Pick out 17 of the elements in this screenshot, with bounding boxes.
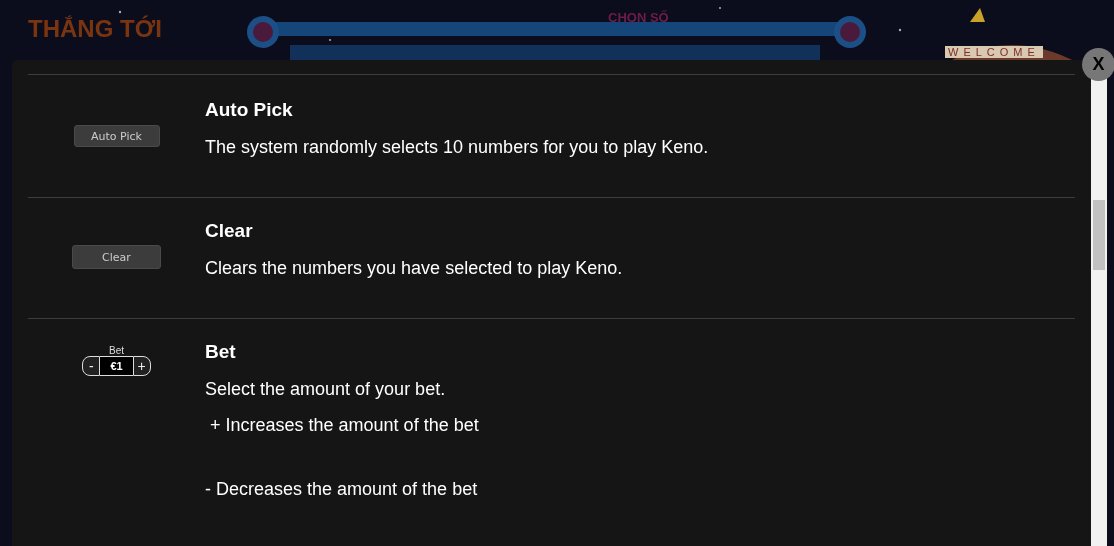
description-text: Select the amount of your bet. (205, 379, 447, 400)
demo-button[interactable]: Clear (72, 245, 161, 269)
bet-label: Bet (109, 345, 124, 356)
item-title: Auto Pick (205, 99, 294, 121)
game-title: THẮNG TỚI (28, 15, 162, 43)
description-text: The system randomly selects 10 numbers for you to play Keno. (205, 137, 709, 158)
description-text: - Decreases the amount of the bet (205, 479, 479, 500)
item-title: Clear (205, 220, 254, 242)
item-title: Bet (205, 341, 237, 363)
scrollbar-thumb[interactable] (1093, 200, 1105, 270)
bet-value: €1 (100, 356, 133, 376)
minus-button[interactable]: - (82, 356, 101, 376)
demo-button[interactable]: Auto Pick (73, 125, 160, 147)
description-text: Clears the numbers you have selected to play Keno. (205, 258, 623, 279)
description-text: + Increases the amount of the bet (209, 415, 479, 436)
panel-label: CHỌN SỐ (608, 10, 669, 25)
sign-text: WELCOME (945, 46, 1043, 58)
